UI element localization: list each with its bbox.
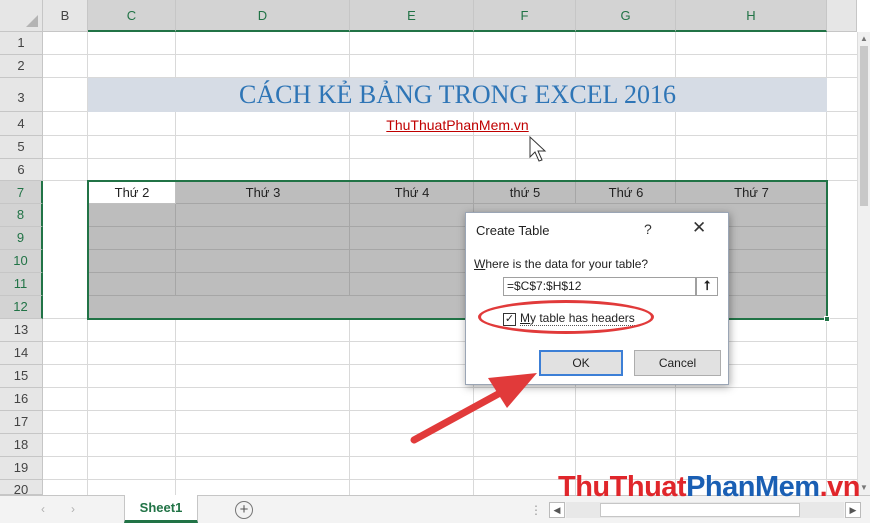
sheet-subtitle-link[interactable]: ThuThuatPhanMem.vn [88, 114, 827, 136]
row-header-10[interactable]: 10 [0, 250, 43, 273]
select-all-corner[interactable] [0, 0, 43, 32]
scroll-left-icon[interactable]: ◀ [549, 502, 565, 518]
column-header-empty [827, 0, 857, 32]
row-header-2[interactable]: 2 [0, 55, 43, 78]
row-header-18[interactable]: 18 [0, 434, 43, 457]
sheet-title[interactable]: CÁCH KẺ BẢNG TRONG EXCEL 2016 [88, 78, 827, 112]
watermark-part-3: .vn [819, 471, 861, 503]
row-header-16[interactable]: 16 [0, 388, 43, 411]
sheet-nav-next-icon[interactable]: › [66, 502, 80, 516]
scroll-right-icon[interactable]: ▶ [845, 502, 861, 518]
sheet-nav-prev-icon[interactable]: ‹ [36, 502, 50, 516]
column-header-d[interactable]: D [176, 0, 350, 32]
gridline-row [43, 387, 857, 388]
gridline-row [43, 456, 857, 457]
data-range-label-text: here is the data for your table? [485, 257, 649, 271]
row-header-15[interactable]: 15 [0, 365, 43, 388]
gridline-row [43, 433, 857, 434]
row-header-9[interactable]: 9 [0, 227, 43, 250]
data-range-label: Where is the data for your table? [474, 257, 648, 271]
create-table-dialog: Create Table ? ✕ Where is the data for y… [465, 212, 729, 385]
annotation-ellipse [478, 300, 654, 334]
row-header-6[interactable]: 6 [0, 159, 43, 181]
column-header-h[interactable]: H [676, 0, 827, 32]
column-header-c[interactable]: C [88, 0, 176, 32]
select-all-triangle-icon [26, 15, 38, 27]
fill-handle[interactable] [824, 316, 830, 322]
dialog-title: Create Table [476, 223, 550, 238]
row-header-8[interactable]: 8 [0, 204, 43, 227]
column-header-b[interactable]: B [43, 0, 88, 32]
row-header-5[interactable]: 5 [0, 136, 43, 159]
watermark-part-2: PhanMem [686, 471, 820, 503]
column-header-e[interactable]: E [350, 0, 474, 32]
gridline-row [43, 364, 857, 365]
scroll-up-icon[interactable]: ▲ [858, 32, 870, 46]
row-header-3[interactable]: 3 [0, 78, 43, 112]
help-icon[interactable]: ? [644, 221, 652, 237]
gridline-row [43, 54, 857, 55]
column-header-f[interactable]: F [474, 0, 576, 32]
watermark-logo: ThuThuatPhanMem.vn [558, 470, 860, 504]
row-header-12[interactable]: 12 [0, 296, 43, 319]
close-icon[interactable]: ✕ [692, 218, 706, 238]
gridline-row [43, 410, 857, 411]
ok-button[interactable]: OK [539, 350, 623, 376]
row-header-14[interactable]: 14 [0, 342, 43, 365]
gridline-row [43, 341, 857, 342]
gridline-row [43, 158, 857, 159]
add-sheet-icon[interactable]: + [235, 501, 253, 519]
row-header-4[interactable]: 4 [0, 112, 43, 136]
split-handle-icon[interactable]: ⋮ [530, 503, 542, 517]
watermark-part-1: ThuThuat [558, 471, 687, 503]
row-header-17[interactable]: 17 [0, 411, 43, 434]
row-header-20[interactable]: 20 [0, 480, 43, 495]
vertical-scroll-thumb[interactable] [860, 46, 868, 206]
row-header-13[interactable]: 13 [0, 319, 43, 342]
row-header-11[interactable]: 11 [0, 273, 43, 296]
vertical-scrollbar[interactable]: ▲ ▼ [857, 32, 870, 495]
data-range-input[interactable]: =$C$7:$H$12 [503, 277, 696, 296]
sheet-tab-sheet1[interactable]: Sheet1 [124, 495, 198, 523]
row-header-7[interactable]: 7 [0, 181, 43, 204]
cancel-button[interactable]: Cancel [634, 350, 721, 376]
row-header-19[interactable]: 19 [0, 457, 43, 480]
row-header-1[interactable]: 1 [0, 32, 43, 55]
data-range-label-accesskey: W [474, 257, 486, 271]
column-header-g[interactable]: G [576, 0, 676, 32]
horizontal-scroll-thumb[interactable] [600, 503, 800, 517]
collapse-dialog-icon[interactable]: ⭡ [696, 277, 718, 296]
